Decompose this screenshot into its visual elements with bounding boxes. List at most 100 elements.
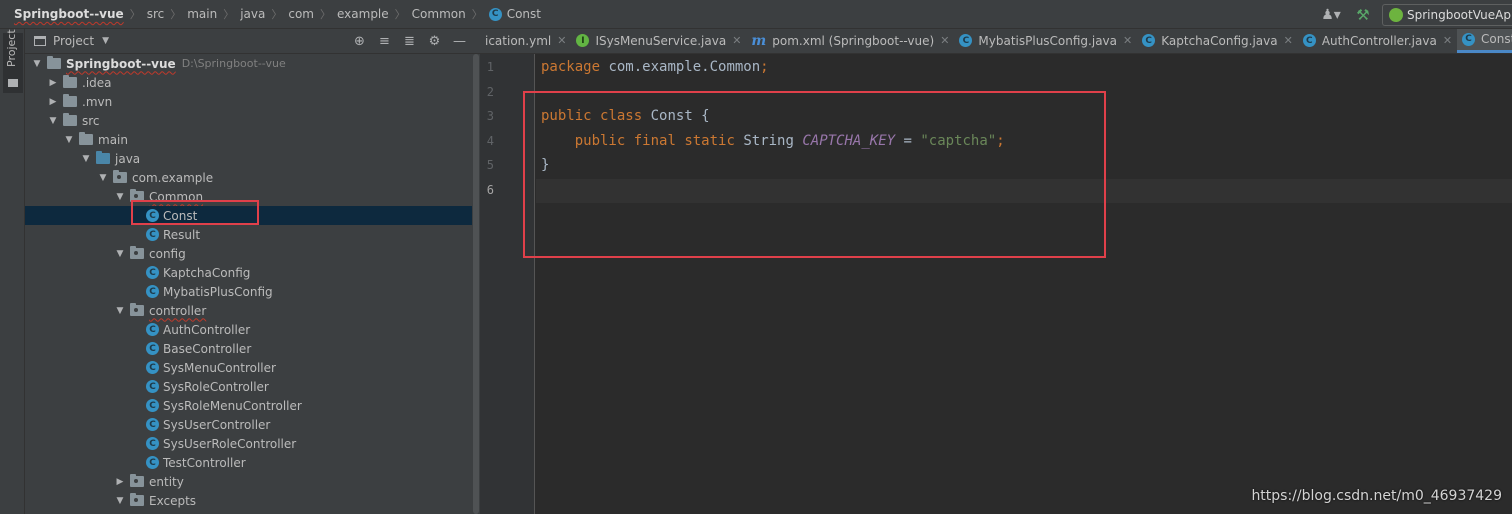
tree-item-sys-role-controller[interactable]: C SysRoleController — [25, 377, 472, 396]
hammer-icon[interactable]: ⚒ — [1350, 5, 1376, 25]
class-icon: C — [146, 285, 159, 298]
tree-item-label: KaptchaConfig — [163, 265, 251, 280]
chevron-down-icon[interactable]: ▼ — [114, 496, 126, 506]
tree-item-com-example[interactable]: ▼ com.example — [25, 168, 472, 187]
tree-item-label: java — [115, 151, 141, 166]
tree-item-src[interactable]: ▼ src — [25, 111, 472, 130]
breadcrumb-example[interactable]: example — [337, 7, 389, 21]
user-icon[interactable]: ♟▾ — [1318, 5, 1344, 25]
line-number: 4 — [486, 134, 494, 148]
breadcrumb-main[interactable]: main — [187, 7, 217, 21]
tab-mybatisplusconfig[interactable]: C MybatisPlusConfig.java ✕ — [954, 29, 1137, 53]
chevron-right-icon[interactable]: ▶ — [47, 78, 59, 88]
chevron-down-icon[interactable]: ▼ — [114, 192, 126, 202]
line-number: 6 — [486, 183, 494, 197]
chevron-down-icon[interactable]: ▼ — [114, 306, 126, 316]
tree-item-label: Springboot--vue — [66, 56, 176, 71]
tree-item-label: controller — [149, 303, 207, 318]
breadcrumb: Springboot--vue 〉 src 〉 main 〉 java 〉 co… — [0, 0, 541, 28]
chevron-down-icon[interactable]: ▼ — [97, 173, 109, 183]
close-icon[interactable]: ✕ — [557, 34, 566, 47]
tree-item-main[interactable]: ▼ main — [25, 130, 472, 149]
tree-item-result[interactable]: C Result — [25, 225, 472, 244]
tree-item-label: .idea — [82, 75, 112, 90]
breadcrumb-common[interactable]: Common — [412, 7, 466, 21]
tree-item-label: Common — [149, 189, 204, 204]
chevron-down-icon[interactable]: ▼ — [114, 249, 126, 259]
tree-item-test-controller[interactable]: C TestController — [25, 453, 472, 472]
tree-item-config[interactable]: ▼ config — [25, 244, 472, 263]
tree-item-controller[interactable]: ▼ controller — [25, 301, 472, 320]
class-icon: C — [146, 228, 159, 241]
folder-icon — [63, 113, 77, 126]
tab-label: KaptchaConfig.java — [1161, 33, 1278, 48]
tree-item-excepts[interactable]: ▼ Excepts — [25, 491, 472, 510]
breadcrumb-project[interactable]: Springboot--vue — [14, 7, 124, 21]
tab-application-yml[interactable]: ication.yml ✕ — [480, 29, 571, 53]
class-icon: C — [146, 361, 159, 374]
tree-item-sys-user-controller[interactable]: C SysUserController — [25, 415, 472, 434]
tab-isysmenuservice[interactable]: I ISysMenuService.java ✕ — [571, 29, 746, 53]
chevron-down-icon[interactable]: ▼ — [63, 135, 75, 145]
breadcrumb-com[interactable]: com — [288, 7, 314, 21]
tree-item-kaptcha-config[interactable]: C KaptchaConfig — [25, 263, 472, 282]
minimize-icon[interactable]: — — [447, 32, 472, 52]
tree-item-label: Excepts — [149, 493, 197, 508]
tab-kaptchaconfig[interactable]: C KaptchaConfig.java ✕ — [1137, 29, 1298, 53]
class-icon: C — [146, 209, 159, 222]
chevron-down-icon[interactable]: ▼ — [80, 154, 92, 164]
tree-item-label: SysUserController — [163, 417, 271, 432]
folder-icon — [79, 132, 93, 145]
tree-item-mvn[interactable]: ▶ .mvn — [25, 92, 472, 111]
collapse-all-icon[interactable]: ≣ — [397, 32, 422, 52]
class-icon: C — [146, 266, 159, 279]
close-icon[interactable]: ✕ — [1443, 34, 1452, 47]
tree-item-auth-controller[interactable]: C AuthController — [25, 320, 472, 339]
breadcrumb-java[interactable]: java — [240, 7, 265, 21]
tree-item-idea[interactable]: ▶ .idea — [25, 73, 472, 92]
breadcrumb-const-label: Const — [506, 7, 541, 21]
run-configuration-select[interactable]: SpringbootVueAp — [1382, 3, 1512, 26]
scrollbar-thumb[interactable] — [473, 54, 479, 514]
close-icon[interactable]: ✕ — [940, 34, 949, 47]
tree-item-project-root[interactable]: ▼ Springboot--vue D:\Springboot--vue — [25, 54, 472, 73]
scrollbar[interactable] — [472, 54, 480, 514]
tree-item-mybatis-plus-config[interactable]: C MybatisPlusConfig — [25, 282, 472, 301]
project-panel-title: Project — [53, 34, 95, 48]
tree-item-sys-role-menu-controller[interactable]: C SysRoleMenuController — [25, 396, 472, 415]
chevron-down-icon[interactable]: ▼ — [31, 59, 43, 69]
tree-item-const[interactable]: C Const — [25, 206, 472, 225]
package-icon — [130, 493, 144, 506]
tree-item-sys-menu-controller[interactable]: C SysMenuController — [25, 358, 472, 377]
project-view-selector[interactable]: Project ▼ — [25, 34, 109, 48]
breadcrumb-const[interactable]: C Const — [488, 7, 541, 21]
run-configuration-label: SpringbootVueAp — [1407, 7, 1511, 22]
gear-icon[interactable]: ⚙ — [422, 32, 447, 52]
breadcrumb-separator-icon: 〉 — [223, 8, 235, 21]
tree-item-label: SysRoleController — [163, 379, 269, 394]
tree-item-label: SysUserRoleController — [163, 436, 297, 451]
tree-item-java[interactable]: ▼ java — [25, 149, 472, 168]
target-icon[interactable]: ⊕ — [347, 32, 372, 52]
chevron-right-icon[interactable]: ▶ — [114, 477, 126, 487]
close-icon[interactable]: ✕ — [1123, 34, 1132, 47]
watermark: https://blog.csdn.net/m0_46937429 — [1251, 488, 1502, 504]
tab-const-java[interactable]: C Const.java ✕ — [1457, 29, 1512, 53]
package-icon — [130, 189, 144, 202]
tree-item-sys-user-role-controller[interactable]: C SysUserRoleController — [25, 434, 472, 453]
tree-item-base-controller[interactable]: C BaseController — [25, 339, 472, 358]
code-editor[interactable]: 1 2 3 4 5 6 package com.example.Common; … — [480, 54, 1512, 514]
breadcrumb-src[interactable]: src — [147, 7, 165, 21]
class-icon: C — [1462, 32, 1476, 46]
chevron-right-icon[interactable]: ▶ — [47, 97, 59, 107]
folder-icon — [8, 79, 18, 87]
close-icon[interactable]: ✕ — [1284, 34, 1293, 47]
tree-item-label: .mvn — [82, 94, 113, 109]
tab-authcontroller[interactable]: C AuthController.java ✕ — [1298, 29, 1457, 53]
tree-item-common[interactable]: ▼ Common — [25, 187, 472, 206]
tree-item-entity[interactable]: ▶ entity — [25, 472, 472, 491]
close-icon[interactable]: ✕ — [732, 34, 741, 47]
chevron-down-icon[interactable]: ▼ — [47, 116, 59, 126]
expand-all-icon[interactable]: ≡ — [372, 32, 397, 52]
tab-pom-xml[interactable]: m pom.xml (Springboot--vue) ✕ — [746, 29, 954, 53]
